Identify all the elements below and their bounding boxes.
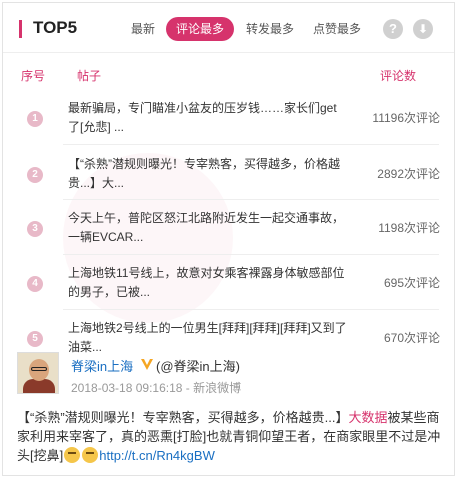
post-text-part1: 【“杀熟”潜规则曝光！专宰熟客，买得越多，价格越贵...】 [17,410,349,425]
emoji-think-icon [64,447,81,463]
rank-badge: 1 [27,111,43,127]
column-header-rank: 序号 [21,69,46,83]
comment-count: 695次评论 [383,276,440,290]
post-short-link[interactable]: http://t.cn/Rn4kgBW [99,448,215,463]
post-source[interactable]: 新浪微博 [193,381,241,395]
post-handle: (@脊梁in上海) [156,359,240,374]
column-header-comments: 评论数 [380,69,417,83]
row-divider [63,309,439,310]
post-link[interactable]: 上海地铁2号线上的一位男生[拜拜][拜拜][拜拜]又到了油菜... [68,319,348,357]
title-accent-bar [19,20,22,38]
panel-header: TOP5 最新 评论最多 转发最多 点赞最多 ? ⬇ [3,3,454,53]
tab-most-comments[interactable]: 评论最多 [166,17,235,41]
row-divider [63,199,439,200]
emoji-think-icon [82,447,99,463]
post-body: 【“杀熟”潜规则曝光！专宰熟客，买得越多，价格越贵...】大数据被某些商家利用来… [17,408,442,465]
post-username[interactable]: 脊梁in上海 [71,356,133,375]
row-divider [63,254,439,255]
tab-most-reposts[interactable]: 转发最多 [236,17,304,41]
rank-badge: 5 [27,331,43,347]
avatar-glasses [31,367,47,371]
post-datetime: 2018-03-18 09:16:18 [71,381,183,395]
comment-count: 11196次评论 [372,111,440,125]
tab-latest[interactable]: 最新 [121,17,165,41]
rank-badge: 4 [27,276,43,292]
avatar-body [23,379,55,393]
post-link[interactable]: 【“杀熟”潜规则曝光！专宰熟客，买得越多，价格越贵...】大... [68,155,348,193]
rank-badge: 2 [27,167,43,183]
post-text-highlight: 大数据 [348,410,388,425]
post-meta: 2018-03-18 09:16:18 - 新浪微博 [71,379,241,396]
rank-badge: 3 [27,221,43,237]
panel-title: TOP5 [33,18,78,37]
tab-most-likes[interactable]: 点赞最多 [303,17,371,41]
verified-v-icon [141,359,153,370]
post-link[interactable]: 最新骗局，专门瞄准小盆友的压岁钱……家长们get了[允悲] ... [68,99,348,137]
row-divider [63,144,439,145]
comment-count: 1198次评论 [378,221,440,235]
comment-count: 670次评论 [383,331,440,345]
meta-separator: - [182,381,194,395]
top5-panel: TOP5 最新 评论最多 转发最多 点赞最多 ? ⬇ 序号 帖子 评论数 1 最… [2,2,455,476]
comment-count: 2892次评论 [377,167,440,181]
avatar[interactable] [17,352,59,394]
post-link[interactable]: 上海地铁11号线上，故意对女乘客裸露身体敏感部位的男子，已被... [68,264,348,302]
post-link[interactable]: 今天上午，普陀区怒江北路附近发生一起交通事故，一辆EVCAR... [68,209,348,247]
help-icon[interactable]: ? [383,19,403,39]
download-icon[interactable]: ⬇ [413,19,433,39]
column-header-post: 帖子 [77,69,102,83]
